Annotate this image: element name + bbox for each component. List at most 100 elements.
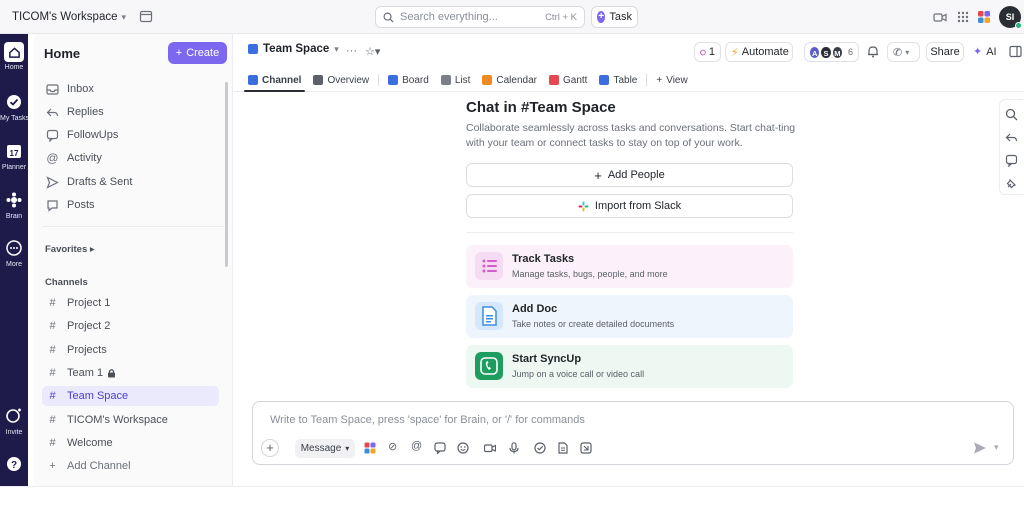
rail-label-planner: Planner — [1, 164, 27, 171]
sidebar-item-activity[interactable]: @ Activity — [46, 149, 102, 167]
hash-icon: # — [49, 320, 56, 332]
tab-label: View — [666, 74, 688, 86]
member-avatar: M — [831, 45, 843, 59]
tab-table[interactable]: Table — [593, 68, 643, 92]
tab-overview[interactable]: Overview — [307, 68, 375, 92]
brain-ai-icon[interactable] — [364, 442, 376, 454]
tab-label: Table — [613, 74, 638, 86]
workspace-switcher[interactable]: TICOM's Workspace ▾ — [4, 6, 126, 28]
doc-icon[interactable] — [557, 442, 569, 454]
tab-gantt[interactable]: Gantt — [543, 68, 593, 92]
channel-project-2[interactable]: # Project 2 — [46, 317, 110, 335]
favorites-header[interactable]: Favorites ▸ — [45, 244, 95, 255]
rail-my-tasks[interactable]: My Tasks — [0, 94, 28, 122]
sidebar-toggle-icon[interactable] — [1009, 45, 1022, 58]
followup-icon[interactable] — [1005, 154, 1018, 167]
ai-button[interactable]: ✦ AI — [973, 45, 997, 59]
sidebar-item-label: Inbox — [67, 83, 94, 95]
rail-planner[interactable]: 17 Planner — [0, 143, 28, 171]
sidebar-item-posts[interactable]: Posts — [46, 196, 95, 214]
add-channel-button[interactable]: + Add Channel — [46, 457, 131, 475]
members-pill[interactable]: A S M 6 — [804, 42, 859, 62]
tab-calendar[interactable]: Calendar — [476, 68, 543, 92]
channel-label: TICOM's Workspace — [67, 414, 168, 426]
message-composer[interactable]: Write to Team Space, press 'space' for B… — [252, 401, 1014, 465]
reply-icon[interactable] — [1005, 131, 1018, 144]
create-button[interactable]: + Create — [168, 42, 227, 64]
send-options-chevron-icon[interactable]: ▾ — [994, 442, 999, 453]
apps-grid-icon[interactable] — [956, 10, 970, 24]
space-switcher[interactable]: Team Space ▾ — [248, 43, 339, 55]
task-check-icon[interactable] — [534, 442, 546, 454]
share-label: Share — [930, 46, 960, 58]
channel-projects[interactable]: # Projects — [46, 341, 107, 359]
automate-button[interactable]: ⚡ Automate — [725, 42, 793, 62]
brain-ai-icon[interactable] — [977, 10, 991, 24]
paperclip-icon[interactable]: ⊘ — [388, 440, 400, 453]
more-options-icon[interactable]: ··· — [346, 45, 357, 57]
channel-team-space[interactable]: # Team Space — [46, 387, 128, 405]
add-attachment-button[interactable]: + — [261, 439, 279, 457]
rail-brain[interactable]: Brain — [0, 192, 28, 220]
channel-welcome[interactable]: # Welcome — [46, 434, 112, 452]
channel-workspace[interactable]: # TICOM's Workspace — [46, 411, 168, 429]
notification-ring-icon — [700, 49, 706, 55]
sidebar-item-inbox[interactable]: Inbox — [46, 80, 94, 98]
channel-team-1[interactable]: # Team 1 — [46, 364, 116, 382]
import-slack-button[interactable]: Import from Slack — [466, 194, 793, 218]
sparkle-icon: ✦ — [973, 46, 983, 58]
new-task-button[interactable]: + Task — [591, 6, 638, 28]
start-syncup-card[interactable]: Start SyncUp Jump on a voice call or vid… — [466, 345, 793, 388]
tab-channel[interactable]: Channel — [242, 68, 307, 92]
rail-more[interactable]: More — [0, 240, 28, 268]
video-icon[interactable] — [484, 442, 496, 454]
pin-icon[interactable] — [1005, 177, 1018, 190]
notifications-pill[interactable]: 1 — [694, 42, 721, 62]
add-people-button[interactable]: + Add People — [466, 163, 793, 187]
share-button[interactable]: Share — [926, 42, 964, 62]
tab-board[interactable]: Board — [382, 68, 435, 92]
sidebar-item-followups[interactable]: FollowUps — [46, 126, 118, 144]
calendar-icon[interactable] — [139, 9, 153, 23]
channel-project-1[interactable]: # Project 1 — [46, 294, 110, 312]
emoji-icon[interactable] — [457, 442, 469, 454]
message-type-select[interactable]: Message ▾ — [295, 439, 355, 458]
sidebar-scrollbar[interactable] — [225, 82, 228, 267]
tab-list[interactable]: List — [435, 68, 477, 92]
sidebar-item-label: Drafts & Sent — [67, 176, 133, 188]
send-icon[interactable] — [973, 441, 987, 455]
sidebar-item-replies[interactable]: Replies — [46, 103, 104, 121]
add-channel-label: Add Channel — [67, 460, 131, 472]
card-description: Manage tasks, bugs, people, and more — [512, 269, 668, 279]
video-icon[interactable] — [933, 10, 947, 24]
track-tasks-card[interactable]: Track Tasks Manage tasks, bugs, people, … — [466, 245, 793, 288]
clip-icon[interactable] — [580, 442, 592, 454]
add-view-button[interactable]: + View — [650, 68, 693, 92]
workspace-name: TICOM's Workspace — [12, 11, 118, 23]
search-bar[interactable]: Search everything... Ctrl + K — [375, 6, 585, 28]
sidebar-item-drafts[interactable]: Drafts & Sent — [46, 173, 132, 191]
search-icon[interactable] — [1005, 108, 1018, 121]
automate-label: Automate — [741, 46, 789, 58]
plus-icon: + — [594, 167, 602, 183]
rail-invite[interactable]: Invite — [0, 408, 28, 436]
channel-label: Projects — [67, 344, 107, 356]
mention-icon[interactable]: @ — [411, 440, 423, 452]
comment-icon[interactable] — [434, 442, 446, 454]
member-count: 6 — [847, 47, 853, 57]
phone-icon: ✆ — [893, 46, 903, 59]
call-button[interactable]: ✆ ▾ — [887, 42, 920, 62]
rail-help[interactable]: ? — [0, 456, 28, 475]
online-status-dot — [1015, 22, 1022, 29]
bell-icon[interactable] — [867, 45, 879, 58]
user-avatar[interactable]: SI — [999, 6, 1022, 29]
at-icon: @ — [46, 151, 59, 165]
star-icon[interactable]: ☆▾ — [365, 45, 380, 58]
channels-header[interactable]: Channels — [45, 277, 88, 288]
microphone-icon[interactable] — [508, 442, 520, 454]
sidebar-item-label: Activity — [67, 152, 102, 164]
add-doc-card[interactable]: Add Doc Take notes or create detailed do… — [466, 295, 793, 338]
channel-label: Team Space — [67, 390, 129, 402]
card-description: Take notes or create detailed documents — [512, 319, 675, 329]
rail-home[interactable]: Home — [0, 42, 28, 71]
